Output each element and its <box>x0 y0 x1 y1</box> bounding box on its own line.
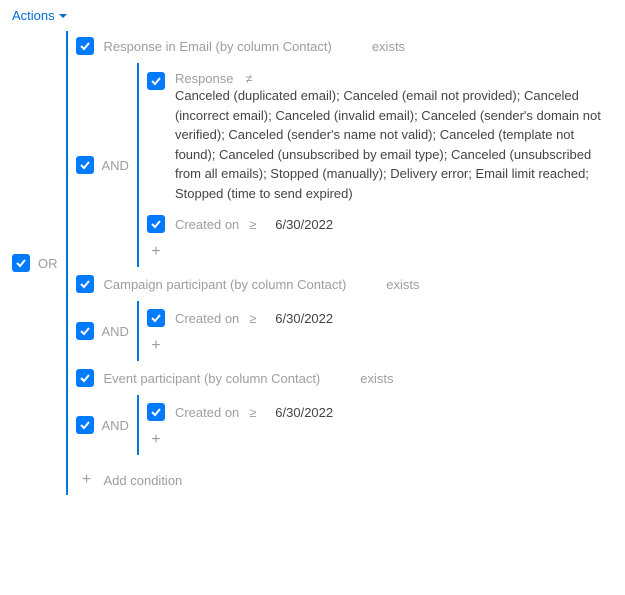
group2-and-checkbox[interactable] <box>76 322 94 340</box>
actions-menu[interactable]: Actions <box>12 8 613 23</box>
group3-and-checkbox[interactable] <box>76 416 94 434</box>
group1-cond1-checkbox[interactable] <box>147 72 165 90</box>
actions-label: Actions <box>12 8 55 23</box>
group1-cond2-field[interactable]: Created on <box>175 217 239 232</box>
root-or-checkbox[interactable] <box>12 254 30 272</box>
group3-entity-label[interactable]: Event participant (by column Contact) <box>104 371 321 386</box>
check-icon <box>79 40 91 52</box>
group3-and-op[interactable]: AND <box>102 395 129 455</box>
group1-exists-label[interactable]: exists <box>372 39 405 54</box>
check-icon <box>150 218 162 230</box>
group2-cond1: Created on ≥ 6/30/2022 <box>147 307 613 329</box>
chevron-down-icon <box>59 12 67 20</box>
group-bar <box>66 31 68 495</box>
group3-checkbox[interactable] <box>76 369 94 387</box>
group1-and-checkbox[interactable] <box>76 156 94 174</box>
check-icon <box>150 75 162 87</box>
check-icon <box>79 159 91 171</box>
group2-and-op[interactable]: AND <box>102 301 129 361</box>
check-icon <box>79 325 91 337</box>
group2-cond1-field[interactable]: Created on <box>175 311 239 326</box>
group-bar <box>137 301 139 361</box>
group1-add-icon[interactable]: + <box>147 243 165 261</box>
group3-cond1-field[interactable]: Created on <box>175 405 239 420</box>
root-or-operator[interactable]: OR <box>38 31 58 495</box>
group2-cond1-checkbox[interactable] <box>147 309 165 327</box>
group1-cond2-value[interactable]: 6/30/2022 <box>275 217 355 232</box>
check-icon <box>150 406 162 418</box>
group-bar <box>137 395 139 455</box>
group2-checkbox[interactable] <box>76 275 94 293</box>
group1-cond2: Created on ≥ 6/30/2022 <box>147 213 613 235</box>
check-icon <box>79 419 91 431</box>
group1-cond1-value[interactable]: Canceled (duplicated email); Canceled (e… <box>175 86 613 203</box>
group-bar <box>137 63 139 267</box>
group1-cond2-op[interactable]: ≥ <box>249 217 265 232</box>
check-icon <box>79 372 91 384</box>
add-condition-label: Add condition <box>104 473 183 488</box>
group2-and: AND Created on ≥ 6/30/2022 + <box>76 301 614 361</box>
group3-cond1: Created on ≥ 6/30/2022 <box>147 401 613 423</box>
group3-add-icon[interactable]: + <box>147 431 165 449</box>
group1-cond1: Response ≠ Canceled (duplicated email); … <box>147 69 613 205</box>
group2-cond1-value[interactable]: 6/30/2022 <box>275 311 355 326</box>
group3-exists-label[interactable]: exists <box>360 371 393 386</box>
group2-entity-label[interactable]: Campaign participant (by column Contact) <box>104 277 347 292</box>
check-icon <box>79 278 91 290</box>
group2-cond1-op[interactable]: ≥ <box>249 311 265 326</box>
group3-and: AND Created on ≥ 6/30/2022 + <box>76 395 614 455</box>
group1-and-op[interactable]: AND <box>102 63 129 267</box>
plus-icon: + <box>78 471 96 489</box>
group3-cond1-op[interactable]: ≥ <box>249 405 265 420</box>
group1-checkbox[interactable] <box>76 37 94 55</box>
group3-cond1-value[interactable]: 6/30/2022 <box>275 405 355 420</box>
group1-cond1-op[interactable]: ≠ <box>246 71 262 86</box>
group1-cond2-checkbox[interactable] <box>147 215 165 233</box>
check-icon <box>15 257 27 269</box>
root-or-group: OR Response in Email (by column Contact)… <box>12 31 613 495</box>
group3-cond1-checkbox[interactable] <box>147 403 165 421</box>
group2-add-icon[interactable]: + <box>147 337 165 355</box>
check-icon <box>150 312 162 324</box>
group2-exists-label[interactable]: exists <box>386 277 419 292</box>
add-condition-button[interactable]: + Add condition <box>76 471 614 489</box>
group1-and: AND Response ≠ Canceled (duplicated emai… <box>76 63 614 267</box>
group1-cond1-field[interactable]: Response <box>175 71 234 86</box>
group1-entity-label[interactable]: Response in Email (by column Contact) <box>104 39 332 54</box>
